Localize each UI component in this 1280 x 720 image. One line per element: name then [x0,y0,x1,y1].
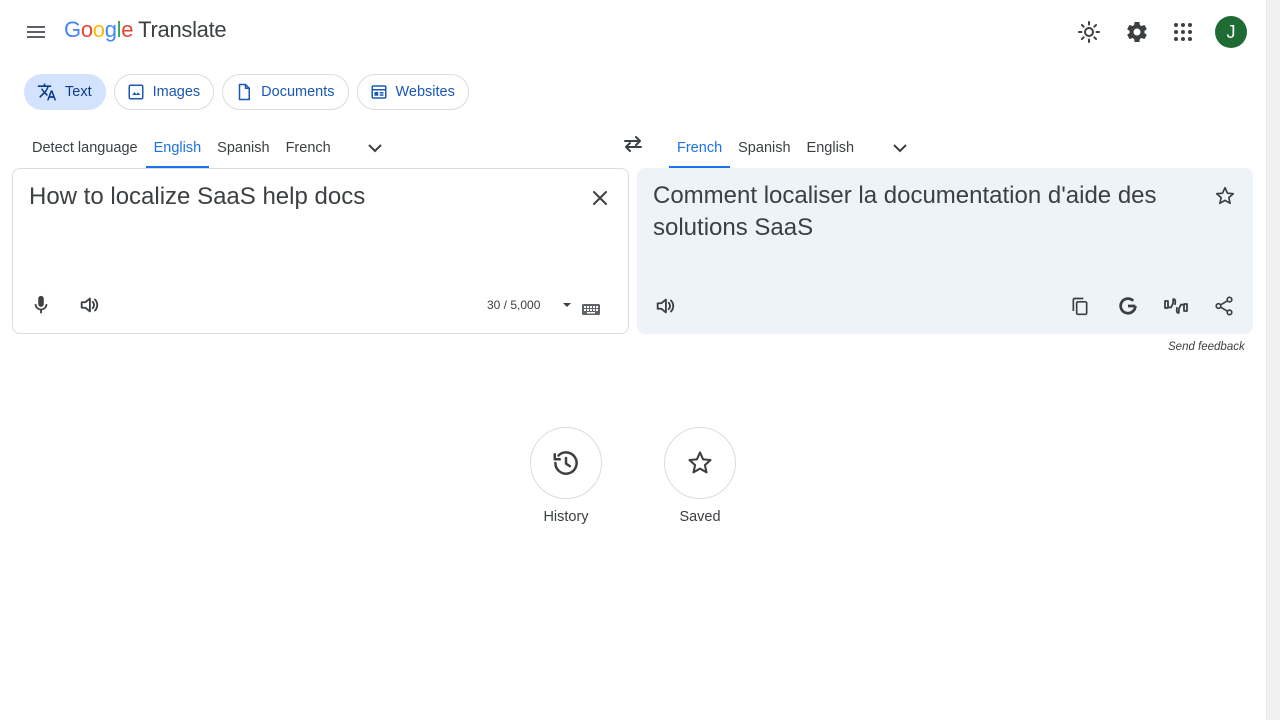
account-avatar[interactable]: J [1215,16,1247,48]
source-text-input[interactable]: How to localize SaaS help docs [29,181,569,213]
speaker-icon [80,297,99,313]
star-icon [1215,186,1235,205]
saved-circle[interactable] [664,427,736,499]
source-lang-french[interactable]: French [278,128,339,168]
chevron-down-icon [368,144,382,153]
history-icon [553,451,578,475]
keyboard-icon [582,304,600,315]
caret-down-icon [563,303,571,307]
mode-tabs: Text Images Documents Websites [24,74,469,110]
document-icon [238,83,251,101]
chevron-down-icon [893,144,907,153]
keyboard-button[interactable] [577,297,605,321]
target-more-languages-button[interactable] [880,128,920,168]
app-header: Google Translate J [0,0,1266,64]
tab-images[interactable]: Images [113,74,215,110]
saved-label: Saved [679,509,721,525]
page-scrollbar[interactable] [1266,0,1280,720]
translation-output: Comment localiser la documentation d'aid… [653,182,1157,241]
source-panel: How to localize SaaS help docs 30 / 5,00… [12,168,629,334]
tab-websites-label: Websites [395,84,455,100]
target-panel: Comment localiser la documentation d'aid… [637,168,1253,334]
target-language-bar: French Spanish English [669,128,920,168]
avatar-initial: J [1226,21,1236,42]
main-menu-button[interactable] [16,12,56,52]
voice-input-button[interactable] [21,285,61,325]
target-listen-button[interactable] [645,286,685,326]
google-apps-button[interactable] [1163,12,1203,52]
star-icon [688,451,712,474]
tab-images-label: Images [152,84,201,100]
apps-grid-icon [1174,23,1192,41]
send-feedback-link[interactable]: Send feedback [1168,341,1245,353]
rate-translation-button[interactable] [1156,286,1196,326]
product-name: Translate [138,17,227,42]
tab-websites[interactable]: Websites [356,74,469,110]
speaker-icon [656,298,675,314]
history-shortcut[interactable]: History [530,427,602,525]
theme-sun-icon [1078,21,1100,43]
source-lang-detect[interactable]: Detect language [24,128,146,168]
menu-icon [27,26,45,38]
google-wordmark: Google [64,17,134,42]
settings-gear-icon [1127,21,1147,42]
google-translate-logo[interactable]: Google Translate [64,17,227,47]
source-lang-english[interactable]: English [145,128,210,168]
tab-text-label: Text [65,84,92,100]
image-icon [128,84,144,100]
save-translation-button[interactable] [1205,176,1245,216]
copy-translation-button[interactable] [1060,286,1100,326]
google-g-icon [1119,297,1137,315]
target-lang-french[interactable]: French [669,128,731,168]
target-lang-english[interactable]: English [799,128,863,168]
theme-toggle-button[interactable] [1069,12,1109,52]
rate-thumbs-icon [1164,298,1188,314]
settings-button[interactable] [1117,12,1157,52]
google-search-button[interactable] [1108,286,1148,326]
source-language-bar: Detect language English Spanish French [24,128,395,168]
input-tools-dropdown[interactable] [557,295,577,315]
website-icon [371,85,386,99]
character-count: 30 / 5,000 [487,298,541,312]
swap-languages-button[interactable] [613,124,653,164]
tab-documents-label: Documents [261,84,335,100]
history-circle[interactable] [530,427,602,499]
copy-icon [1072,297,1088,316]
saved-shortcut[interactable]: Saved [664,427,736,525]
target-lang-spanish[interactable]: Spanish [730,128,798,168]
tab-text[interactable]: Text [24,74,106,110]
swap-arrows-icon [624,136,642,152]
history-label: History [543,509,589,525]
close-icon [593,191,607,205]
share-translation-button[interactable] [1204,286,1244,326]
source-more-languages-button[interactable] [355,128,395,168]
translate-icon [37,83,57,101]
source-listen-button[interactable] [69,285,109,325]
source-lang-spanish[interactable]: Spanish [209,128,277,168]
microphone-icon [34,295,48,314]
tab-documents[interactable]: Documents [222,74,349,110]
share-icon [1215,296,1233,316]
clear-source-button[interactable] [580,178,620,218]
